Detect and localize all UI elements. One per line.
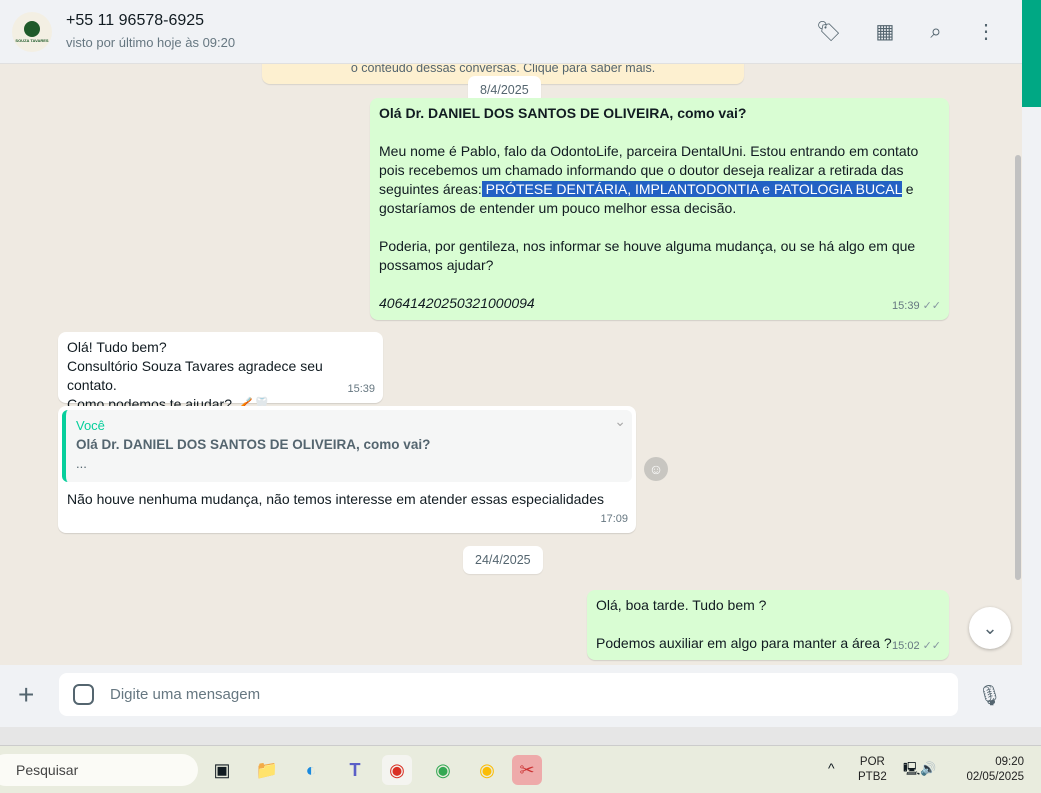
language-indicator[interactable]: POR PTB2 [858, 755, 887, 785]
message-code: 40641420250321000094 [379, 295, 535, 311]
scrollbar-thumb[interactable] [1015, 155, 1021, 580]
snipping-tool-icon[interactable]: ✂ [512, 755, 542, 785]
chrome-icon[interactable]: ◉ [472, 755, 502, 785]
chrome-icon[interactable]: ◉ [428, 755, 458, 785]
message-line: Podemos auxiliar em algo para manter a á… [596, 635, 892, 651]
message-time: 17:09 [600, 513, 628, 525]
chevron-down-icon[interactable]: ⌄ [614, 412, 626, 431]
search-label: Pesquisar [16, 762, 79, 778]
sticker-icon[interactable] [73, 684, 94, 705]
quote-more: ... [76, 456, 87, 471]
message-paragraph: Poderia, por gentileza, nos informar se … [379, 238, 916, 273]
read-ticks-icon: ✓✓ [922, 640, 941, 652]
edge-icon[interactable]: ◐ [296, 755, 326, 785]
last-seen: visto por último hoje às 09:20 [66, 35, 236, 50]
scroll-down-button[interactable]: ⌄ [969, 607, 1011, 649]
message-time: 15:39 [347, 383, 375, 395]
message-text: Não houve nenhuma mudança, não temos int… [67, 491, 604, 507]
message-paragraph: Meu nome é Pablo, falo da OdontoLife, pa… [379, 143, 919, 216]
message-incoming[interactable]: Olá! Tudo bem? Consultório Souza Tavares… [58, 332, 383, 412]
chat-area: o conteúdo dessas conversas. Clique para… [0, 64, 1022, 665]
message-outgoing[interactable]: Olá, boa tarde. Tudo bem ? Podemos auxil… [587, 590, 949, 660]
message-title: Olá Dr. DANIEL DOS SANTOS DE OLIVEIRA, c… [379, 105, 747, 121]
message-time: 15:39 ✓✓ [892, 300, 941, 312]
search-icon[interactable]: ⌕ [924, 20, 948, 44]
message-incoming-reply[interactable]: Você Olá Dr. DANIEL DOS SANTOS DE OLIVEI… [58, 406, 636, 533]
file-explorer-icon[interactable]: 📁 [252, 755, 282, 785]
quote-author: Você [76, 418, 105, 433]
microphone-icon[interactable]: 🎙 [977, 683, 1002, 708]
tray-chevron-icon[interactable]: ^ [828, 760, 835, 776]
label-icon[interactable]: 🏷 [816, 20, 841, 44]
teams-icon[interactable]: T [340, 755, 370, 785]
side-panel [1022, 107, 1041, 727]
taskbar-search[interactable]: Pesquisar [0, 754, 198, 786]
clock[interactable]: 09:20 02/05/2025 [960, 755, 1024, 785]
attach-plus-icon[interactable]: + [18, 680, 34, 710]
chrome-icon[interactable]: ◉ [382, 755, 412, 785]
contact-name[interactable]: +55 11 96578-6925 [66, 12, 204, 30]
date-badge: 24/4/2025 [463, 546, 543, 574]
menu-icon[interactable]: ⋮ [974, 20, 998, 44]
contact-avatar[interactable]: SOUZA TAVARES [12, 12, 52, 52]
task-view-icon[interactable]: ▣ [207, 755, 237, 785]
message-line: Olá, boa tarde. Tudo bem ? [596, 597, 767, 613]
message-line: Olá! Tudo bem? [67, 339, 167, 355]
emoji-reaction-icon[interactable]: ☺ [644, 457, 668, 481]
store-icon[interactable]: ▦ [873, 20, 897, 44]
quote-text: Olá Dr. DANIEL DOS SANTOS DE OLIVEIRA, c… [76, 437, 431, 452]
message-input[interactable]: Digite uma mensagem [59, 673, 958, 716]
chat-header [0, 0, 1022, 64]
quoted-message[interactable]: Você Olá Dr. DANIEL DOS SANTOS DE OLIVEI… [62, 410, 632, 482]
network-volume-icon[interactable]: 🖳🔊 [903, 760, 937, 782]
read-ticks-icon: ✓✓ [922, 300, 941, 312]
side-strip [1022, 0, 1041, 107]
message-outgoing[interactable]: Olá Dr. DANIEL DOS SANTOS DE OLIVEIRA, c… [370, 98, 949, 320]
message-time: 15:02 ✓✓ [892, 640, 941, 652]
message-line: Consultório Souza Tavares agradece seu c… [67, 358, 323, 393]
